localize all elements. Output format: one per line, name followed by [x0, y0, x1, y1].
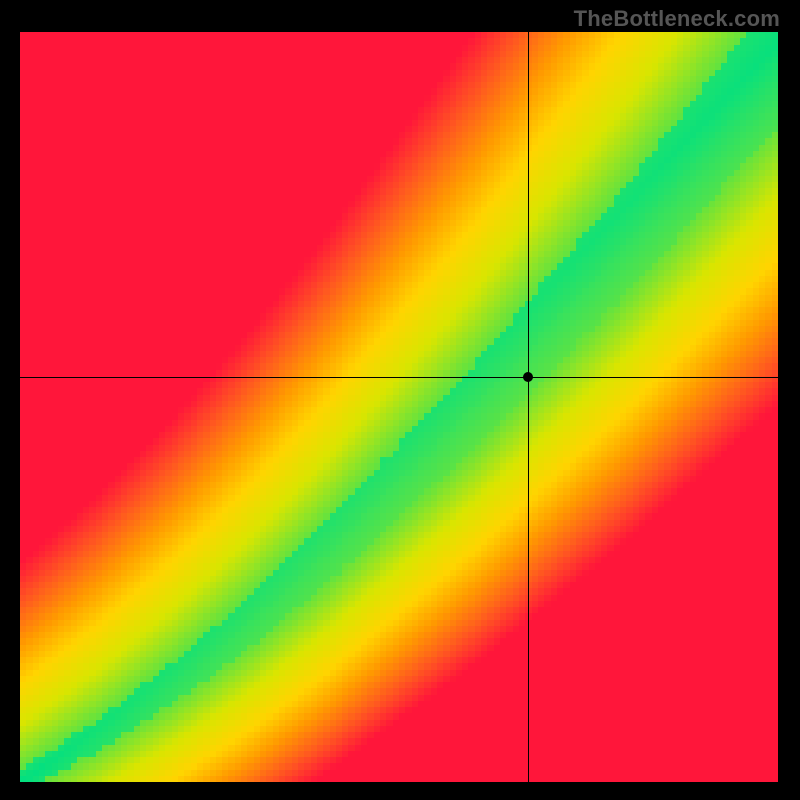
chart-frame: TheBottleneck.com: [0, 0, 800, 800]
watermark-text: TheBottleneck.com: [574, 6, 780, 32]
heatmap-canvas: [20, 32, 778, 782]
plot-area: [20, 32, 778, 782]
